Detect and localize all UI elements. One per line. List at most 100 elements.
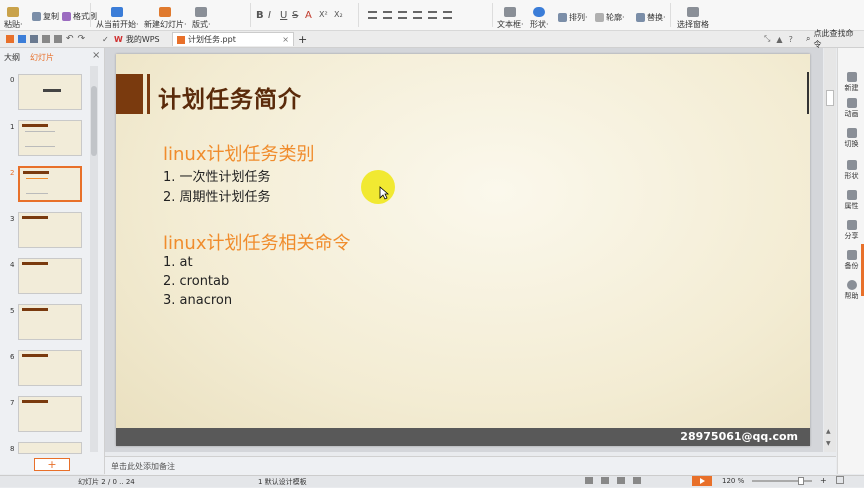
- tab-mywps[interactable]: W 我的WPS: [110, 32, 170, 46]
- section-heading[interactable]: linux计划任务类别: [163, 140, 314, 166]
- help-icon[interactable]: ?: [789, 35, 793, 44]
- save-icon[interactable]: [30, 35, 38, 43]
- replace-button[interactable]: 替换·: [636, 12, 666, 23]
- align-right-icon[interactable]: [398, 11, 407, 19]
- slide-vertical-scrollbar[interactable]: ▲ ▼: [824, 48, 836, 452]
- section-heading[interactable]: linux计划任务相关命令: [163, 229, 350, 255]
- print-icon[interactable]: [42, 35, 50, 43]
- underline-button[interactable]: U: [280, 10, 287, 21]
- help-icon: [846, 280, 857, 290]
- slide-title[interactable]: 计划任务简介: [158, 80, 302, 114]
- redo-icon[interactable]: ↷: [78, 34, 86, 44]
- rightbar-transition[interactable]: 切换: [838, 128, 864, 149]
- format-painter-button[interactable]: 格式刷: [62, 11, 97, 22]
- slide-thumbnail-1[interactable]: [18, 120, 82, 156]
- rightbar-properties[interactable]: 属性: [838, 190, 864, 211]
- strikethrough-button[interactable]: S: [292, 10, 298, 21]
- copy-icon: [32, 12, 41, 21]
- line-spacing-icon[interactable]: [443, 11, 452, 19]
- layout-icon: [195, 7, 208, 17]
- zoom-level[interactable]: 120 %: [722, 477, 744, 485]
- normal-view-icon[interactable]: [585, 477, 593, 484]
- add-slide-button[interactable]: +: [34, 458, 70, 471]
- close-panel-icon[interactable]: ×: [92, 50, 100, 61]
- tab-file[interactable]: 计划任务.ppt ×: [172, 32, 294, 46]
- next-slide-icon[interactable]: ▼: [826, 440, 831, 447]
- italic-button[interactable]: I: [268, 10, 271, 21]
- new-slide-button[interactable]: 新建幻灯片·: [144, 0, 187, 30]
- list-item[interactable]: 3. anacron: [163, 293, 232, 308]
- wps-menu-icon[interactable]: [6, 35, 14, 43]
- title-accent-bar: [147, 74, 150, 114]
- divider: [90, 3, 91, 27]
- fit-window-icon[interactable]: [836, 476, 844, 484]
- close-tab-icon[interactable]: ×: [282, 35, 289, 44]
- select-pane-button[interactable]: 选择窗格: [677, 0, 709, 30]
- cursor-highlight: [361, 170, 395, 204]
- play-from-current-button[interactable]: 从当前开始·: [96, 0, 139, 30]
- slide-canvas[interactable]: 计划任务简介 linux计划任务类别 1. 一次性计划任务 2. 周期性计划任务…: [116, 54, 810, 446]
- copy-button[interactable]: 复制: [32, 11, 59, 22]
- slideshow-button[interactable]: [692, 476, 712, 486]
- command-search[interactable]: ⌕ 点此查找命令: [802, 29, 864, 49]
- reading-view-icon[interactable]: [633, 477, 641, 484]
- align-left-icon[interactable]: [368, 11, 377, 19]
- align-center-icon[interactable]: [383, 11, 392, 19]
- zoom-slider[interactable]: [752, 477, 812, 485]
- slide-thumbnail-6[interactable]: [18, 350, 82, 386]
- slide-thumbnail-8[interactable]: [18, 442, 82, 454]
- slide-thumbnail-7[interactable]: [18, 396, 82, 432]
- tab-slides[interactable]: 幻灯片: [30, 52, 54, 63]
- properties-icon: [846, 190, 857, 200]
- bold-button[interactable]: B: [256, 10, 264, 21]
- status-bar: 幻灯片 2 / 0 .. 24 1 默认设计模板 120 % +: [0, 475, 864, 487]
- shape-button[interactable]: 形状·: [530, 0, 549, 30]
- panel-scrollbar[interactable]: [90, 66, 98, 452]
- thumb-number: 1: [10, 123, 15, 131]
- shape-icon: [533, 7, 546, 17]
- textbox-button[interactable]: 文本框·: [497, 0, 524, 30]
- outline-button[interactable]: 轮廓·: [595, 12, 625, 23]
- thumb-number: 4: [10, 261, 15, 269]
- rightbar-share[interactable]: 分享: [838, 220, 864, 241]
- distribute-icon[interactable]: [428, 11, 437, 19]
- skin-icon[interactable]: ▲: [776, 35, 782, 44]
- list-item[interactable]: 1. at: [163, 255, 193, 270]
- superscript-button[interactable]: X²: [319, 10, 328, 19]
- preview-icon[interactable]: [54, 35, 62, 43]
- rightbar-shape[interactable]: 形状: [838, 160, 864, 181]
- slide-thumbnail-3[interactable]: [18, 212, 82, 248]
- tab-outline[interactable]: 大纲: [4, 52, 20, 63]
- list-item[interactable]: 2. crontab: [163, 274, 229, 289]
- zoom-in-icon[interactable]: +: [820, 476, 827, 485]
- zoom-slider-thumb[interactable]: [798, 477, 804, 485]
- slide-thumbnail-4[interactable]: [18, 258, 82, 294]
- open-icon[interactable]: [18, 35, 26, 43]
- undo-icon[interactable]: ↶: [66, 34, 74, 44]
- scroll-thumb[interactable]: [826, 90, 834, 106]
- arrange-button[interactable]: 排列·: [558, 12, 588, 23]
- prev-slide-icon[interactable]: ▲: [826, 428, 831, 435]
- notes-view-icon[interactable]: [617, 477, 625, 484]
- panel-scroll-thumb[interactable]: [91, 86, 97, 156]
- subscript-button[interactable]: X₂: [334, 10, 343, 19]
- footer-email[interactable]: 28975061@qq.com: [680, 430, 798, 443]
- wps-logo-icon: W: [114, 34, 123, 44]
- feedback-icon[interactable]: ⤡: [764, 34, 770, 44]
- slide-thumbnail-5[interactable]: [18, 304, 82, 340]
- paste-button[interactable]: 粘贴·: [4, 0, 23, 30]
- notes-pane[interactable]: 单击此处添加备注: [105, 456, 836, 475]
- slide-thumbnail-2[interactable]: [18, 166, 82, 202]
- slide-edge-mark: [807, 72, 809, 114]
- thumb-number: 6: [10, 353, 15, 361]
- sorter-view-icon[interactable]: [601, 477, 609, 484]
- justify-icon[interactable]: [413, 11, 422, 19]
- rightbar-animation[interactable]: 动画: [838, 98, 864, 119]
- slide-thumbnail-0[interactable]: [18, 74, 82, 110]
- list-item[interactable]: 1. 一次性计划任务: [163, 166, 271, 185]
- font-color-button[interactable]: A: [305, 10, 312, 21]
- new-tab-button[interactable]: +: [294, 32, 311, 46]
- list-item[interactable]: 2. 周期性计划任务: [163, 186, 271, 205]
- layout-button[interactable]: 版式·: [192, 0, 211, 30]
- rightbar-new[interactable]: 新建: [838, 72, 864, 93]
